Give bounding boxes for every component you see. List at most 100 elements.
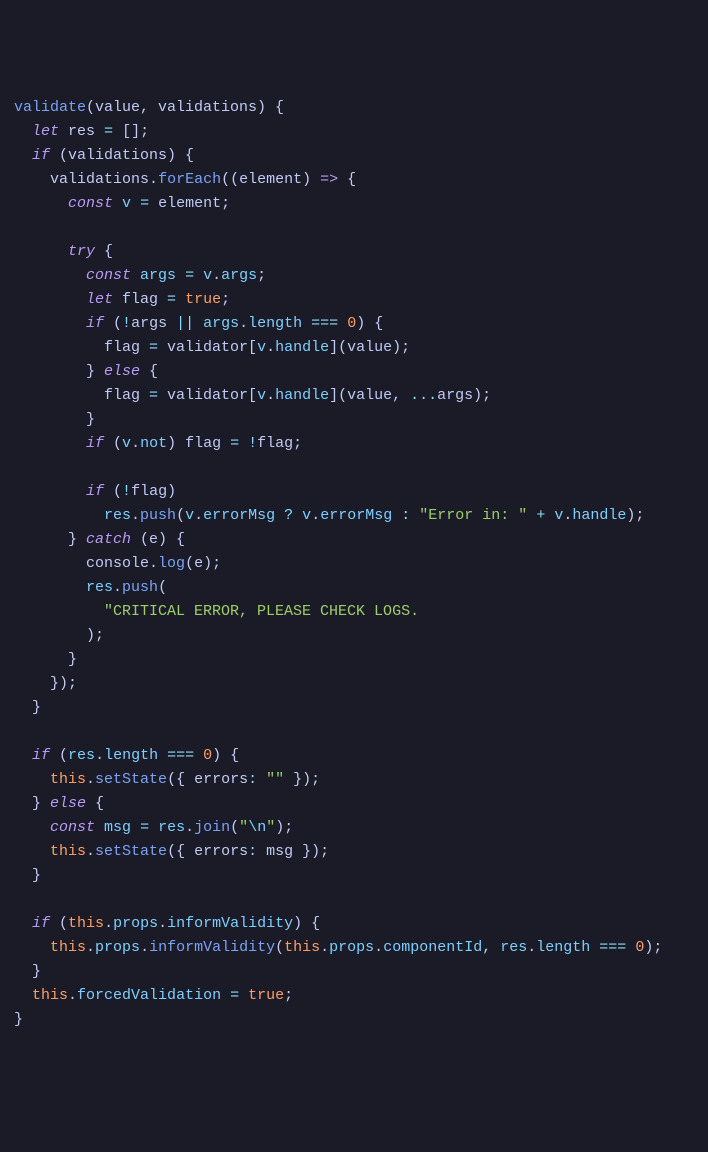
code-text: ((element) [221,171,320,188]
code-text [626,939,635,956]
code-text: . [113,579,122,596]
property: not [140,435,167,452]
keyword-this: this [50,939,86,956]
code-text [239,987,248,1004]
code-text: ); [86,627,104,644]
code-text: } [32,963,41,980]
code-text: validations [50,171,149,188]
code-text: ) { [356,315,383,332]
variable: v [257,387,266,404]
code-text: } [14,1011,23,1028]
code-text [176,267,185,284]
code-text: . [266,387,275,404]
property: handle [572,507,626,524]
method-call: setState [95,843,167,860]
code-text: ( [50,747,68,764]
code-text: . [95,747,104,764]
code-text: . [86,939,95,956]
variable: res [86,579,113,596]
code-text: { [140,363,158,380]
property: length [536,939,590,956]
method-call: push [140,507,176,524]
keyword-const: const [50,819,95,836]
operator-not: ! [122,483,131,500]
code-text: ) { [212,747,239,764]
code-text: []; [113,123,149,140]
code-text: ); [275,819,293,836]
keyword-this: this [50,843,86,860]
code-text: ( [104,315,122,332]
code-text: ( [176,507,185,524]
method-call: log [158,555,185,572]
property: forcedValidation [77,987,221,1004]
code-text: msg }); [257,843,329,860]
operator: = [167,291,176,308]
code-text: res [59,123,104,140]
variable: v [257,339,266,356]
method-call: forEach [158,171,221,188]
operator: = [140,819,149,836]
variable: v [122,435,131,452]
ternary: : [401,507,410,524]
code-text [239,435,248,452]
code-text: flag) [131,483,176,500]
property: handle [275,387,329,404]
property: errorMsg [320,507,392,524]
code-text: ( [104,435,122,452]
code-text: . [131,507,140,524]
keyword-let: let [86,291,113,308]
code-text: . [311,507,320,524]
code-text: ( [50,915,68,932]
string: " [239,819,248,836]
code-text: (value, validations) { [86,99,284,116]
boolean: true [248,987,284,1004]
operator-not: ! [122,315,131,332]
operator: = [230,435,239,452]
colon: : [248,771,257,788]
keyword-if: if [86,483,104,500]
keyword-let: let [32,123,59,140]
code-text [194,267,203,284]
boolean: true [185,291,221,308]
keyword-if: if [86,315,104,332]
string: "CRITICAL ERROR, PLEASE CHECK LOGS. " [104,603,708,620]
operator: = [104,123,113,140]
property: componentId [383,939,482,956]
operator: === [311,315,338,332]
code-text: }); [284,771,320,788]
keyword-else: else [104,363,140,380]
code-text: . [194,507,203,524]
code-text: ](value, [329,387,410,404]
code-text: ); [626,507,644,524]
keyword-if: if [32,147,50,164]
code-text: . [86,843,95,860]
code-text: . [158,915,167,932]
code-text: . [527,939,536,956]
keyword-if: if [32,915,50,932]
code-text: { [338,171,356,188]
code-text: . [266,339,275,356]
code-text: ; [221,291,230,308]
operator: = [230,987,239,1004]
variable: v [185,507,194,524]
code-editor: validate(value, validations) { let res =… [0,96,708,1032]
operator: = [149,339,158,356]
code-text [131,819,140,836]
code-text: (e); [185,555,221,572]
code-text [257,771,266,788]
code-text: ) { [293,915,320,932]
code-text: } [32,795,50,812]
code-text [194,315,203,332]
keyword-this: this [284,939,320,956]
code-text [113,195,122,212]
code-text [194,747,203,764]
code-text: ( [275,939,284,956]
code-text: . [185,819,194,836]
code-text: args); [437,387,491,404]
code-text: console [86,555,149,572]
code-text: flag [104,387,149,404]
code-text: flag [104,339,149,356]
keyword-else: else [50,795,86,812]
operator: = [149,387,158,404]
function-name: validate [14,99,86,116]
